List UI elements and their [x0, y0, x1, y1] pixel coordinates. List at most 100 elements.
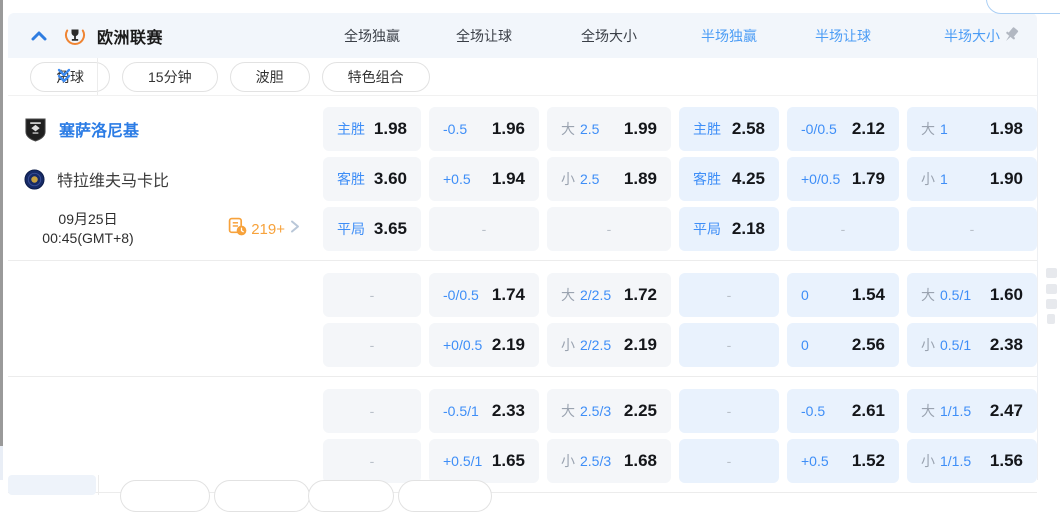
- odds-cell[interactable]: -0.5/12.33: [429, 389, 539, 433]
- odds-label: +0.5: [801, 453, 829, 469]
- odds-selection: 小 0.5/1: [921, 335, 971, 355]
- odds-cell[interactable]: 大2.5/32.25: [547, 389, 671, 433]
- odds-cell[interactable]: 大11.98: [907, 107, 1037, 151]
- odds-cell[interactable]: -0/0.52.12: [787, 107, 899, 151]
- filter-pills-row: 角球15分钟波胆特色组合: [8, 58, 1037, 96]
- cut-off-edge-icon: [1047, 314, 1055, 324]
- ou-prefix: 小: [561, 335, 575, 355]
- odds-label: 1: [940, 171, 948, 187]
- league-title: 欧洲联赛: [97, 24, 163, 48]
- dash-placeholder: -: [727, 403, 732, 419]
- home-team-badge-icon: [24, 117, 47, 142]
- odds-selection: -0/0.5: [801, 121, 837, 137]
- filter-pill-partial[interactable]: [308, 480, 394, 512]
- odds-label: +0/0.5: [801, 171, 840, 187]
- odds-row: 09月25日00:45(GMT+8)219+平局3.65--平局2.18--: [8, 207, 1037, 251]
- chevron-up-icon: [30, 29, 48, 43]
- collapse-league-button[interactable]: [28, 25, 50, 47]
- pin-button[interactable]: [1001, 25, 1021, 45]
- odds-selection: +0.5: [801, 453, 829, 469]
- cut-off-top-button[interactable]: [986, 0, 1060, 14]
- odds-cell-disabled: -: [323, 273, 421, 317]
- scrollbar-track[interactable]: [0, 0, 3, 480]
- odds-value: 2.38: [990, 335, 1023, 355]
- odds-label: 主胜: [337, 119, 365, 139]
- odds-label: 平局: [337, 219, 365, 239]
- right-divider: [1037, 58, 1038, 480]
- chevron-right-icon: [289, 219, 301, 239]
- scrollbar-thumb[interactable]: [0, 0, 3, 446]
- odds-cell[interactable]: -0.5 2.61: [787, 389, 899, 433]
- empty-left-cell: [8, 323, 315, 367]
- odds-selection: 大0.5/1: [921, 285, 971, 305]
- odds-cell[interactable]: 小2/2.52.19: [547, 323, 671, 367]
- odds-label: 2/2.5: [580, 337, 611, 353]
- column-header-5[interactable]: 半场让球: [787, 26, 899, 46]
- markets-list-icon: [228, 217, 247, 236]
- odds-cell[interactable]: 小11.90: [907, 157, 1037, 201]
- column-header-2[interactable]: 全场让球: [429, 26, 539, 46]
- odds-value: 2.61: [852, 401, 885, 421]
- odds-cell[interactable]: 大1/1.52.47: [907, 389, 1037, 433]
- odds-cell[interactable]: 01.54: [787, 273, 899, 317]
- odds-cell[interactable]: 大2.51.99: [547, 107, 671, 151]
- odds-group-2: --0/0.51.74大2/2.51.72-01.54大0.5/11.60-+0…: [8, 261, 1037, 377]
- odds-cell[interactable]: +0/0.5 1.79: [787, 157, 899, 201]
- odds-label: 0.5/1: [940, 337, 971, 353]
- filter-pill-partial[interactable]: [120, 480, 210, 512]
- odds-cell-disabled: -: [679, 389, 779, 433]
- odds-cell[interactable]: -0/0.51.74: [429, 273, 539, 317]
- filter-pill-partial[interactable]: [214, 480, 310, 512]
- odds-cell[interactable]: 客胜3.60: [323, 157, 421, 201]
- ou-prefix: 小: [921, 335, 935, 355]
- column-header-4[interactable]: 半场独赢: [679, 26, 779, 46]
- column-header-1[interactable]: 全场独赢: [323, 26, 421, 46]
- match-time: 00:45(GMT+8): [22, 229, 154, 248]
- home-team-name: 塞萨洛尼基: [59, 117, 139, 141]
- odds-cell[interactable]: 大0.5/11.60: [907, 273, 1037, 317]
- odds-value: 2.33: [492, 401, 525, 421]
- filter-pill-2[interactable]: 15分钟: [122, 62, 218, 92]
- filter-pill-3[interactable]: 波胆: [230, 62, 310, 92]
- ou-prefix: 大: [921, 119, 935, 139]
- cut-off-edge-icon: [1046, 284, 1057, 294]
- filter-pill-partial[interactable]: [398, 480, 492, 512]
- odds-cell[interactable]: 平局2.18: [679, 207, 779, 251]
- odds-cell[interactable]: 大2/2.51.72: [547, 273, 671, 317]
- match-time-cell: 09月25日00:45(GMT+8)219+: [8, 207, 315, 251]
- odds-cell[interactable]: 平局3.65: [323, 207, 421, 251]
- odds-cell[interactable]: 02.56: [787, 323, 899, 367]
- home-team-row[interactable]: 塞萨洛尼基: [8, 107, 315, 151]
- odds-group-1: 塞萨洛尼基主胜1.98-0.51.96大2.51.99主胜2.58-0/0.52…: [8, 95, 1037, 261]
- odds-cell-disabled: -: [323, 389, 421, 433]
- odds-value: 1.98: [374, 119, 407, 139]
- column-header-3[interactable]: 全场大小: [547, 26, 671, 46]
- more-markets-link[interactable]: 219+: [228, 217, 301, 241]
- odds-value: 2.19: [492, 335, 525, 355]
- filter-pill-4[interactable]: 特色组合: [322, 62, 430, 92]
- odds-cell[interactable]: +0/0.5 2.19: [429, 323, 539, 367]
- odds-selection: 大1/1.5: [921, 401, 971, 421]
- odds-cell[interactable]: 主胜2.58: [679, 107, 779, 151]
- odds-selection: 大2.5/3: [561, 401, 611, 421]
- odds-value: 1.98: [990, 119, 1023, 139]
- odds-row: -+0/0.52.19小2/2.52.19-02.56小0.5/12.38: [8, 323, 1037, 367]
- odds-label: +0/0.5: [443, 337, 482, 353]
- dash-placeholder: -: [370, 403, 375, 419]
- odds-cell[interactable]: +0.51.94: [429, 157, 539, 201]
- expand-markets-button[interactable]: [54, 66, 76, 88]
- odds-label: -0.5: [801, 403, 825, 419]
- dash-placeholder: -: [607, 221, 612, 237]
- odds-cell[interactable]: 主胜 1.98: [323, 107, 421, 151]
- away-team-row[interactable]: 特拉维夫马卡比: [8, 157, 315, 201]
- odds-label: 2.5/3: [580, 453, 611, 469]
- league-header: 欧洲联赛 全场独赢全场让球全场大小半场独赢半场让球半场大小: [8, 13, 1037, 58]
- odds-cell[interactable]: -0.51.96: [429, 107, 539, 151]
- odds-cell[interactable]: 小2.51.89: [547, 157, 671, 201]
- odds-value: 1.74: [492, 285, 525, 305]
- odds-value: 1.79: [852, 169, 885, 189]
- odds-label: 1/1.5: [940, 403, 971, 419]
- odds-cell[interactable]: 客胜4.25: [679, 157, 779, 201]
- odds-selection: 主胜: [337, 119, 365, 139]
- odds-cell[interactable]: 小 0.5/1 2.38: [907, 323, 1037, 367]
